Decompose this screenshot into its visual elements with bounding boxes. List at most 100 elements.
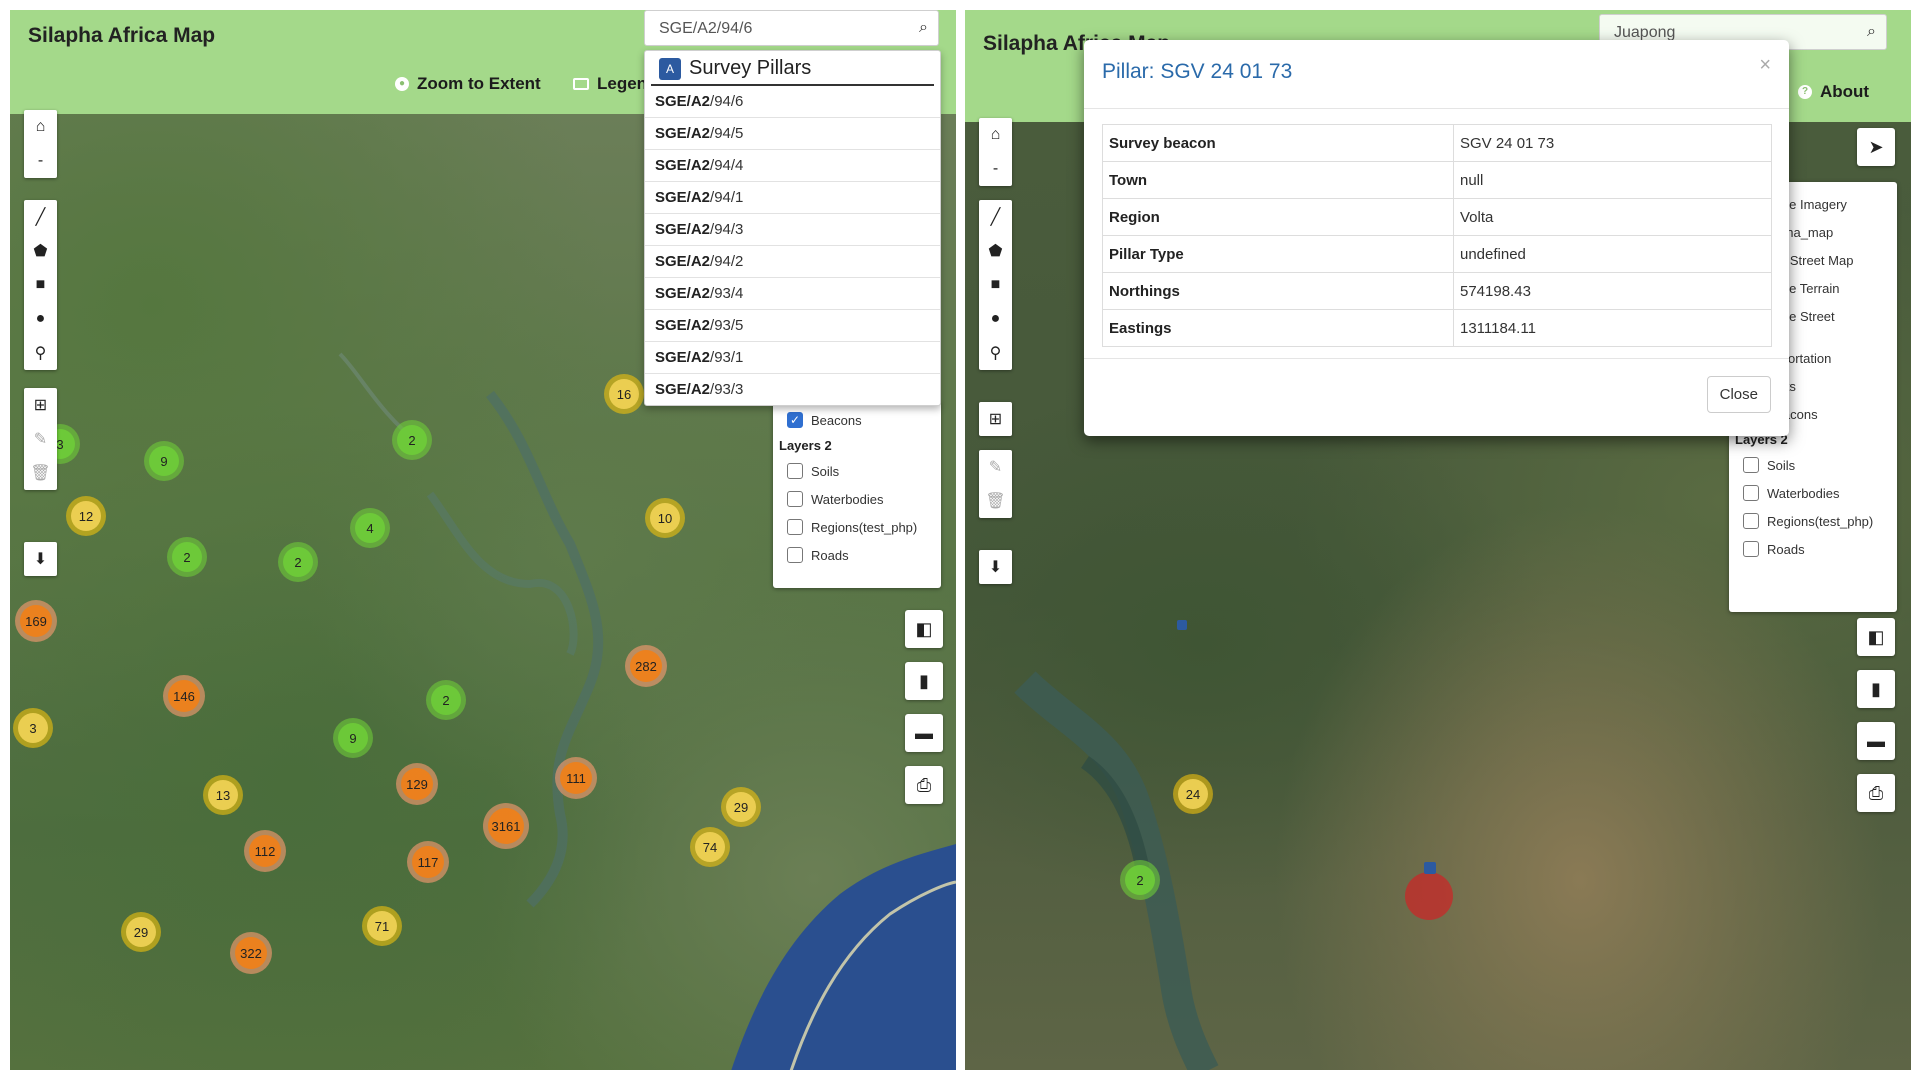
- checkbox-icon[interactable]: [1743, 457, 1759, 473]
- delete-icon[interactable]: 🗑: [979, 484, 1012, 518]
- zoom-out-button[interactable]: -: [24, 144, 57, 178]
- search-result-item[interactable]: SGE/A2/94/2: [645, 246, 940, 278]
- download-icon[interactable]: ⬇: [24, 542, 57, 576]
- cluster-marker[interactable]: 4: [350, 508, 390, 548]
- layer-regions[interactable]: Regions(test_php): [1729, 507, 1897, 535]
- layer-beacons[interactable]: ✓ Beacons: [773, 402, 941, 434]
- close-button[interactable]: Close: [1706, 376, 1771, 413]
- search-icon[interactable]: ⌕: [919, 19, 928, 37]
- layer-soils[interactable]: Soils: [1729, 451, 1897, 479]
- draw-circle-icon[interactable]: ●: [979, 302, 1012, 336]
- edit-icon[interactable]: ✎: [24, 422, 57, 456]
- selected-pillar-marker[interactable]: [1405, 872, 1453, 920]
- search-result-item[interactable]: SGE/A2/93/5: [645, 310, 940, 342]
- pillar-marker-icon[interactable]: [1424, 862, 1436, 874]
- draw-line-icon[interactable]: ╱: [24, 200, 57, 234]
- search-result-item[interactable]: SGE/A2/94/6: [645, 86, 940, 118]
- search-result-item[interactable]: SGE/A2/94/3: [645, 214, 940, 246]
- cluster-marker[interactable]: 3: [13, 708, 53, 748]
- measure-icon[interactable]: ⊞: [979, 402, 1012, 436]
- cluster-marker[interactable]: 29: [121, 912, 161, 952]
- search-result-item[interactable]: SGE/A2/94/5: [645, 118, 940, 150]
- search-result-item[interactable]: SGE/A2/93/4: [645, 278, 940, 310]
- basemap-toggle-icon[interactable]: ◧: [905, 610, 943, 648]
- cluster-marker[interactable]: 129: [396, 763, 438, 805]
- basemap-toggle-icon[interactable]: ◧: [1857, 618, 1895, 656]
- attribute-key: Pillar Type: [1102, 235, 1454, 273]
- layer-regions[interactable]: Regions(test_php): [773, 513, 941, 541]
- home-icon[interactable]: ⌂: [979, 118, 1012, 152]
- print-icon[interactable]: ⎙: [1857, 774, 1895, 812]
- cluster-marker[interactable]: 12: [66, 496, 106, 536]
- checkbox-icon[interactable]: [787, 547, 803, 563]
- cluster-marker[interactable]: 2: [426, 680, 466, 720]
- checkbox-icon[interactable]: [787, 491, 803, 507]
- draw-polygon-icon[interactable]: ⬟: [979, 234, 1012, 268]
- layer-waterbodies[interactable]: Waterbodies: [1729, 479, 1897, 507]
- layer-roads[interactable]: Roads: [773, 541, 941, 569]
- close-icon[interactable]: ×: [1759, 54, 1771, 77]
- search-input[interactable]: [657, 19, 891, 39]
- bookmark-icon[interactable]: ▮: [1857, 670, 1895, 708]
- search-result-item[interactable]: SGE/A2/94/4: [645, 150, 940, 182]
- cluster-marker[interactable]: 74: [690, 827, 730, 867]
- cluster-marker[interactable]: 13: [203, 775, 243, 815]
- download-icon[interactable]: ⬇: [979, 550, 1012, 584]
- pillar-marker-icon[interactable]: [1177, 620, 1187, 630]
- edit-icon[interactable]: ✎: [979, 450, 1012, 484]
- delete-icon[interactable]: 🗑: [24, 456, 57, 490]
- search-results-dropdown: A Survey Pillars SGE/A2/94/6 SGE/A2/94/5 S…: [644, 50, 941, 406]
- checkbox-icon[interactable]: [1743, 513, 1759, 529]
- search-result-item[interactable]: SGE/A2/93/1: [645, 342, 940, 374]
- folder-icon[interactable]: ▬: [1857, 722, 1895, 760]
- print-icon[interactable]: ⎙: [905, 766, 943, 804]
- cluster-marker[interactable]: 2: [278, 542, 318, 582]
- bookmark-icon[interactable]: ▮: [905, 662, 943, 700]
- search-result-item[interactable]: SGE/A2/93/3: [645, 374, 940, 405]
- draw-polygon-icon[interactable]: ⬟: [24, 234, 57, 268]
- cluster-marker[interactable]: 29: [721, 787, 761, 827]
- about-button[interactable]: ? About: [1798, 82, 1869, 102]
- cluster-marker[interactable]: 2: [1120, 860, 1160, 900]
- draw-line-icon[interactable]: ╱: [979, 200, 1012, 234]
- layer-soils[interactable]: Soils: [773, 457, 941, 485]
- layer-roads[interactable]: Roads: [1729, 535, 1897, 563]
- legend-button[interactable]: Legen: [573, 74, 647, 94]
- search-icon[interactable]: ⌕: [1867, 23, 1876, 41]
- cluster-marker[interactable]: 16: [604, 374, 644, 414]
- cluster-marker[interactable]: 146: [163, 675, 205, 717]
- draw-circle-icon[interactable]: ●: [24, 302, 57, 336]
- search-box[interactable]: ⌕: [644, 10, 939, 46]
- cluster-marker[interactable]: 9: [144, 441, 184, 481]
- cluster-marker[interactable]: 322: [230, 932, 272, 974]
- checkbox-icon[interactable]: [787, 519, 803, 535]
- locate-icon[interactable]: ➤: [1857, 128, 1895, 166]
- cluster-marker[interactable]: 2: [392, 420, 432, 460]
- search-result-item[interactable]: SGE/A2/94/1: [645, 182, 940, 214]
- home-icon[interactable]: ⌂: [24, 110, 57, 144]
- cluster-marker[interactable]: 282: [625, 645, 667, 687]
- cluster-marker[interactable]: 111: [555, 757, 597, 799]
- cluster-marker[interactable]: 169: [15, 600, 57, 642]
- cluster-marker[interactable]: 112: [244, 830, 286, 872]
- zoom-extent-button[interactable]: ● Zoom to Extent: [395, 74, 541, 94]
- checkbox-icon[interactable]: [1743, 485, 1759, 501]
- cluster-marker[interactable]: 2: [167, 537, 207, 577]
- draw-marker-icon[interactable]: ⚲: [24, 336, 57, 370]
- cluster-marker[interactable]: 9: [333, 718, 373, 758]
- draw-rectangle-icon[interactable]: ■: [979, 268, 1012, 302]
- cluster-marker[interactable]: 3161: [483, 803, 529, 849]
- zoom-out-button[interactable]: -: [979, 152, 1012, 186]
- checkbox-icon[interactable]: [1743, 541, 1759, 557]
- draw-rectangle-icon[interactable]: ■: [24, 268, 57, 302]
- cluster-marker[interactable]: 117: [407, 841, 449, 883]
- checkbox-icon[interactable]: [787, 463, 803, 479]
- folder-icon[interactable]: ▬: [905, 714, 943, 752]
- checkbox-checked-icon[interactable]: ✓: [787, 412, 803, 428]
- cluster-marker[interactable]: 10: [645, 498, 685, 538]
- draw-marker-icon[interactable]: ⚲: [979, 336, 1012, 370]
- cluster-marker[interactable]: 71: [362, 906, 402, 946]
- cluster-marker[interactable]: 24: [1173, 774, 1213, 814]
- layer-waterbodies[interactable]: Waterbodies: [773, 485, 941, 513]
- measure-icon[interactable]: ⊞: [24, 388, 57, 422]
